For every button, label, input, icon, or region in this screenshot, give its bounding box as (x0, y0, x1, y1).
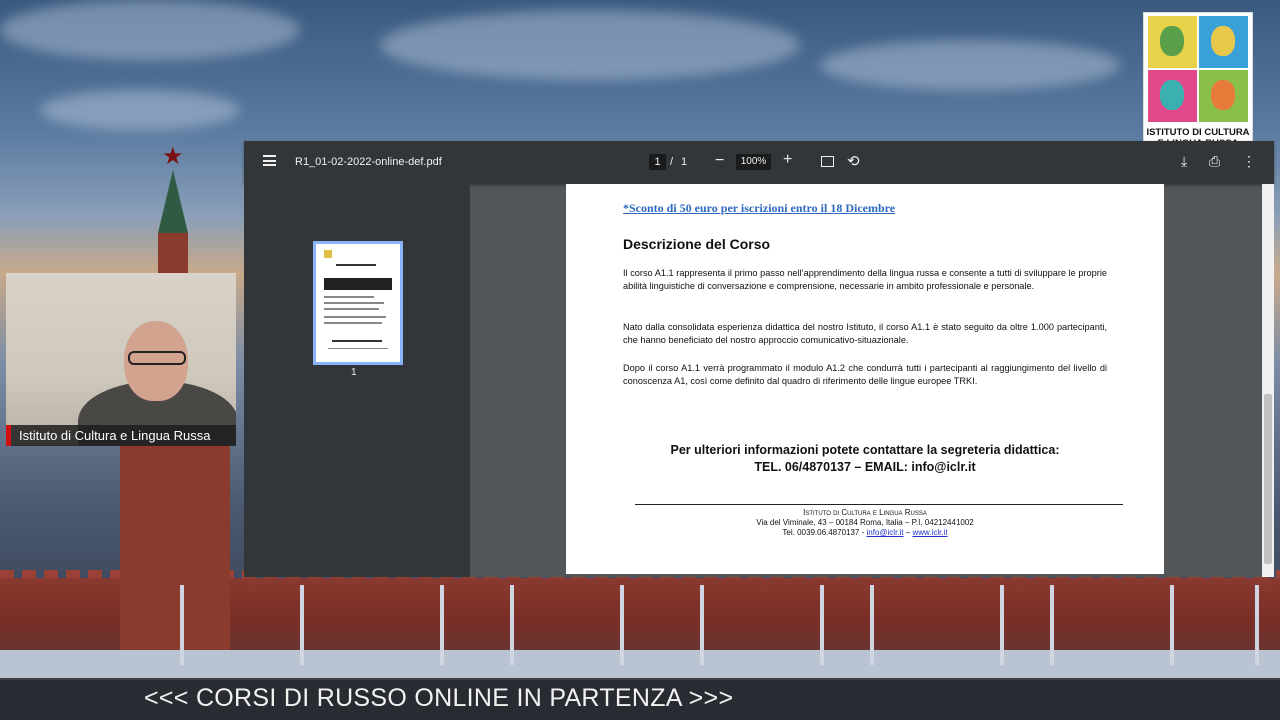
page-scrollbar[interactable] (1262, 184, 1274, 577)
footer-web-link[interactable]: www.iclr.it (912, 528, 947, 537)
webcam-feed (6, 273, 236, 445)
more-vertical-icon[interactable]: ⋮ (1242, 153, 1256, 170)
section-heading: Descrizione del Corso (623, 236, 771, 252)
page-thumbnail[interactable] (313, 241, 403, 365)
page-number-input[interactable]: 1 (649, 154, 666, 170)
footer-address: Via del Viminale, 43 – 00184 Roma, Itali… (756, 518, 974, 527)
thumbnail-sidebar: 1 (244, 184, 470, 577)
logo-text-line1: ISTITUTO DI CULTURA (1146, 127, 1250, 138)
footer-divider (635, 504, 1123, 505)
scrollbar-thumb[interactable] (1264, 394, 1272, 564)
paragraph-3: Dopo il corso A1.1 verrà programmato il … (623, 363, 1107, 387)
file-name: R1_01-02-2022-online-def.pdf (295, 156, 442, 168)
banner-text: <<< CORSI DI RUSSO ONLINE IN PARTENZA >>… (144, 684, 734, 712)
rotate-icon[interactable]: ⟲ (847, 152, 860, 170)
footer-dash: – (905, 528, 911, 537)
institute-logo: ISTITUTO DI CULTURA E LINGUA RUSSA (1143, 12, 1253, 155)
pdf-page: *Sconto di 50 euro per iscrizioni entro … (566, 184, 1164, 574)
kremlin-spire (158, 170, 188, 275)
pdf-toolbar: R1_01-02-2022-online-def.pdf 1 / 1 − 100… (244, 141, 1274, 184)
footer-tel: Tel. 0039.06.4870137 - (782, 528, 865, 537)
footer-org: Istituto di Cultura e Lingua Russa (803, 508, 927, 517)
page-separator: / (670, 156, 674, 168)
download-icon[interactable]: ⤓ (1181, 153, 1187, 170)
paragraph-1: Il corso A1.1 rappresenta il primo passo… (623, 268, 1107, 292)
discount-link[interactable]: *Sconto di 50 euro per iscrizioni entro … (623, 201, 895, 216)
footer-email-link[interactable]: info@iclr.it (867, 528, 904, 537)
contact-info-line2: TEL. 06/4870137 – EMAIL: info@iclr.it (754, 460, 976, 474)
print-icon[interactable]: ⎙ (1209, 153, 1220, 170)
menu-icon[interactable] (263, 155, 276, 166)
page-total: 1 (681, 156, 688, 168)
zoom-in-icon[interactable]: + (783, 151, 792, 169)
zoom-out-icon[interactable]: − (715, 152, 724, 170)
thumbnail-page-number: 1 (351, 367, 357, 378)
webcam-label-accent (6, 425, 11, 446)
fit-page-icon[interactable] (821, 156, 834, 167)
presenter-glasses (128, 351, 186, 365)
contact-info-line1: Per ulteriori informazioni potete contat… (670, 443, 1060, 457)
footer-contacts: Tel. 0039.06.4870137 - info@iclr.it – ww… (566, 528, 1164, 538)
paragraph-2: Nato dalla consolidata esperienza didatt… (623, 322, 1107, 346)
webcam-name-label: Istituto di Cultura e Lingua Russa (19, 428, 211, 443)
pdf-viewer: R1_01-02-2022-online-def.pdf 1 / 1 − 100… (244, 141, 1274, 577)
contact-info: Per ulteriori informazioni potete contat… (566, 442, 1164, 476)
kremlin-tower (120, 440, 230, 650)
zoom-level-input[interactable]: 100% (736, 154, 771, 170)
kremlin-star-icon: ★ (162, 143, 184, 170)
